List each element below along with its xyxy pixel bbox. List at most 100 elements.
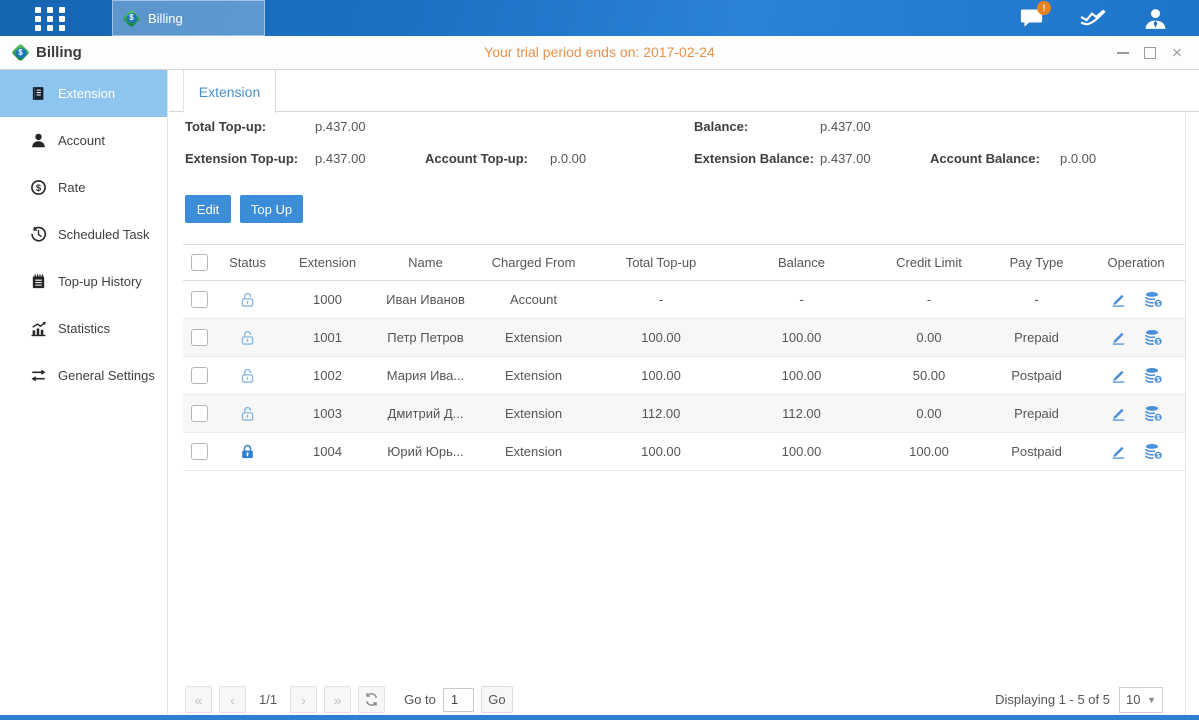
row-checkbox[interactable] [191,405,208,422]
status-unlocked-icon [239,329,256,346]
top-up-icon[interactable]: $ [1144,443,1163,460]
cell-charged-from: Extension [476,357,591,395]
sidebar-item-label: Statistics [58,321,110,336]
column-header-credit-limit: Credit Limit [872,245,986,281]
user-icon[interactable] [1141,5,1169,31]
summary-label: Total Top-up: [185,119,315,134]
main-menu-grid-icon[interactable] [35,7,69,29]
sidebar-item-label: Rate [58,180,85,195]
cell-name: Юрий Юрь... [375,433,476,471]
summary-value: p.437.00 [315,119,366,134]
history-clock-icon [30,226,47,243]
sidebar-item-account[interactable]: Account [0,117,167,164]
cell-pay-type: - [986,281,1087,319]
column-header-balance: Balance [731,245,872,281]
status-unlocked-icon [239,367,256,384]
sidebar-item-label: Account [58,133,105,148]
last-page-button[interactable]: » [324,686,351,713]
row-checkbox[interactable] [191,291,208,308]
next-page-button[interactable]: › [290,686,317,713]
sidebar-item-statistics[interactable]: Statistics [0,305,167,352]
top-up-icon[interactable]: $ [1144,291,1163,308]
cell-name: Дмитрий Д... [375,395,476,433]
sidebar-item-label: Top-up History [58,274,142,289]
summary-label: Extension Balance: [694,151,820,166]
cell-extension: 1004 [280,433,375,471]
top-up-icon[interactable]: $ [1144,405,1163,422]
svg-text:$: $ [1156,301,1160,308]
messages-icon[interactable]: ! [1017,5,1045,31]
edit-icon[interactable] [1109,367,1128,384]
pagination-bar: « ‹ 1/1 › » Go to Go [185,686,513,713]
status-unlocked-icon [239,405,256,422]
prev-page-button[interactable]: ‹ [219,686,246,713]
stats-icon [30,320,47,337]
table-row: 1004Юрий Юрь...Extension100.00100.00100.… [183,433,1185,471]
edit-icon[interactable] [1109,329,1128,346]
pagination-info: Displaying 1 - 5 of 5 10 ▼ [995,686,1163,713]
cell-balance: 100.00 [731,433,872,471]
cell-balance: 100.00 [731,357,872,395]
cell-charged-from: Extension [476,319,591,357]
column-header-operation: Operation [1087,245,1185,281]
refresh-button[interactable] [358,686,385,713]
top-up-icon[interactable]: $ [1144,329,1163,346]
row-checkbox[interactable] [191,329,208,346]
cell-credit-limit: - [872,281,986,319]
top-up-icon[interactable]: $ [1144,367,1163,384]
sidebar-item-general-settings[interactable]: General Settings [0,352,167,399]
cell-total-top-up: 100.00 [591,357,731,395]
panel-right-border [1185,112,1186,715]
titlebar: $ Billing Your trial period ends on: 201… [0,36,1199,70]
sidebar-item-scheduled-task[interactable]: Scheduled Task [0,211,167,258]
go-button[interactable]: Go [481,686,513,713]
goto-page-input[interactable] [443,688,474,712]
edit-icon[interactable] [1109,443,1128,460]
row-checkbox[interactable] [191,443,208,460]
summary-label: Account Balance: [930,151,1060,166]
close-icon[interactable]: × [1169,45,1185,61]
svg-text:$: $ [36,183,42,194]
cell-pay-type: Postpaid [986,357,1087,395]
edit-button[interactable]: Edit [185,195,231,223]
minimize-icon[interactable] [1115,45,1131,61]
cell-credit-limit: 100.00 [872,433,986,471]
refresh-icon [364,692,379,707]
taskbar-billing-tab[interactable]: $ Billing [112,0,265,36]
svg-text:$: $ [1156,339,1160,346]
caret-down-icon: ▼ [1147,695,1156,705]
summary-account-balance: Account Balance:p.0.00 [930,151,1096,166]
page-size-select[interactable]: 10 ▼ [1119,687,1163,713]
page-indicator: 1/1 [259,692,277,707]
table-header-row: StatusExtensionNameCharged FromTotal Top… [183,245,1185,281]
top-up-button[interactable]: Top Up [240,195,303,223]
reports-icon[interactable] [1079,5,1107,31]
cell-pay-type: Prepaid [986,395,1087,433]
summary-value: p.0.00 [550,151,586,166]
topbar-status-icons: ! [1017,0,1169,36]
summary-value: p.437.00 [820,119,871,134]
displaying-info: Displaying 1 - 5 of 5 [995,692,1110,707]
edit-icon[interactable] [1109,291,1128,308]
sidebar-item-label: Extension [58,86,115,101]
summary-label: Balance: [694,119,820,134]
row-checkbox[interactable] [191,367,208,384]
topbar: $ Billing ! [0,0,1199,36]
sidebar-item-extension[interactable]: Extension [0,70,167,117]
first-page-button[interactable]: « [185,686,212,713]
maximize-icon[interactable] [1142,45,1158,61]
person-icon [30,132,47,149]
column-header-extension: Extension [280,245,375,281]
tab-extension[interactable]: Extension [183,70,276,113]
select-all-checkbox[interactable] [191,254,208,271]
cell-credit-limit: 0.00 [872,395,986,433]
edit-icon[interactable] [1109,405,1128,422]
table-row: 1002Мария Ива...Extension100.00100.0050.… [183,357,1185,395]
notification-badge: ! [1037,1,1051,15]
sidebar-item-top-up-history[interactable]: Top-up History [0,258,167,305]
summary-extension-top-up: Extension Top-up:p.437.00 [185,151,366,166]
window-bottom-frame [0,715,1199,720]
sidebar-item-rate[interactable]: $ Rate [0,164,167,211]
cell-extension: 1002 [280,357,375,395]
column-header-name: Name [375,245,476,281]
